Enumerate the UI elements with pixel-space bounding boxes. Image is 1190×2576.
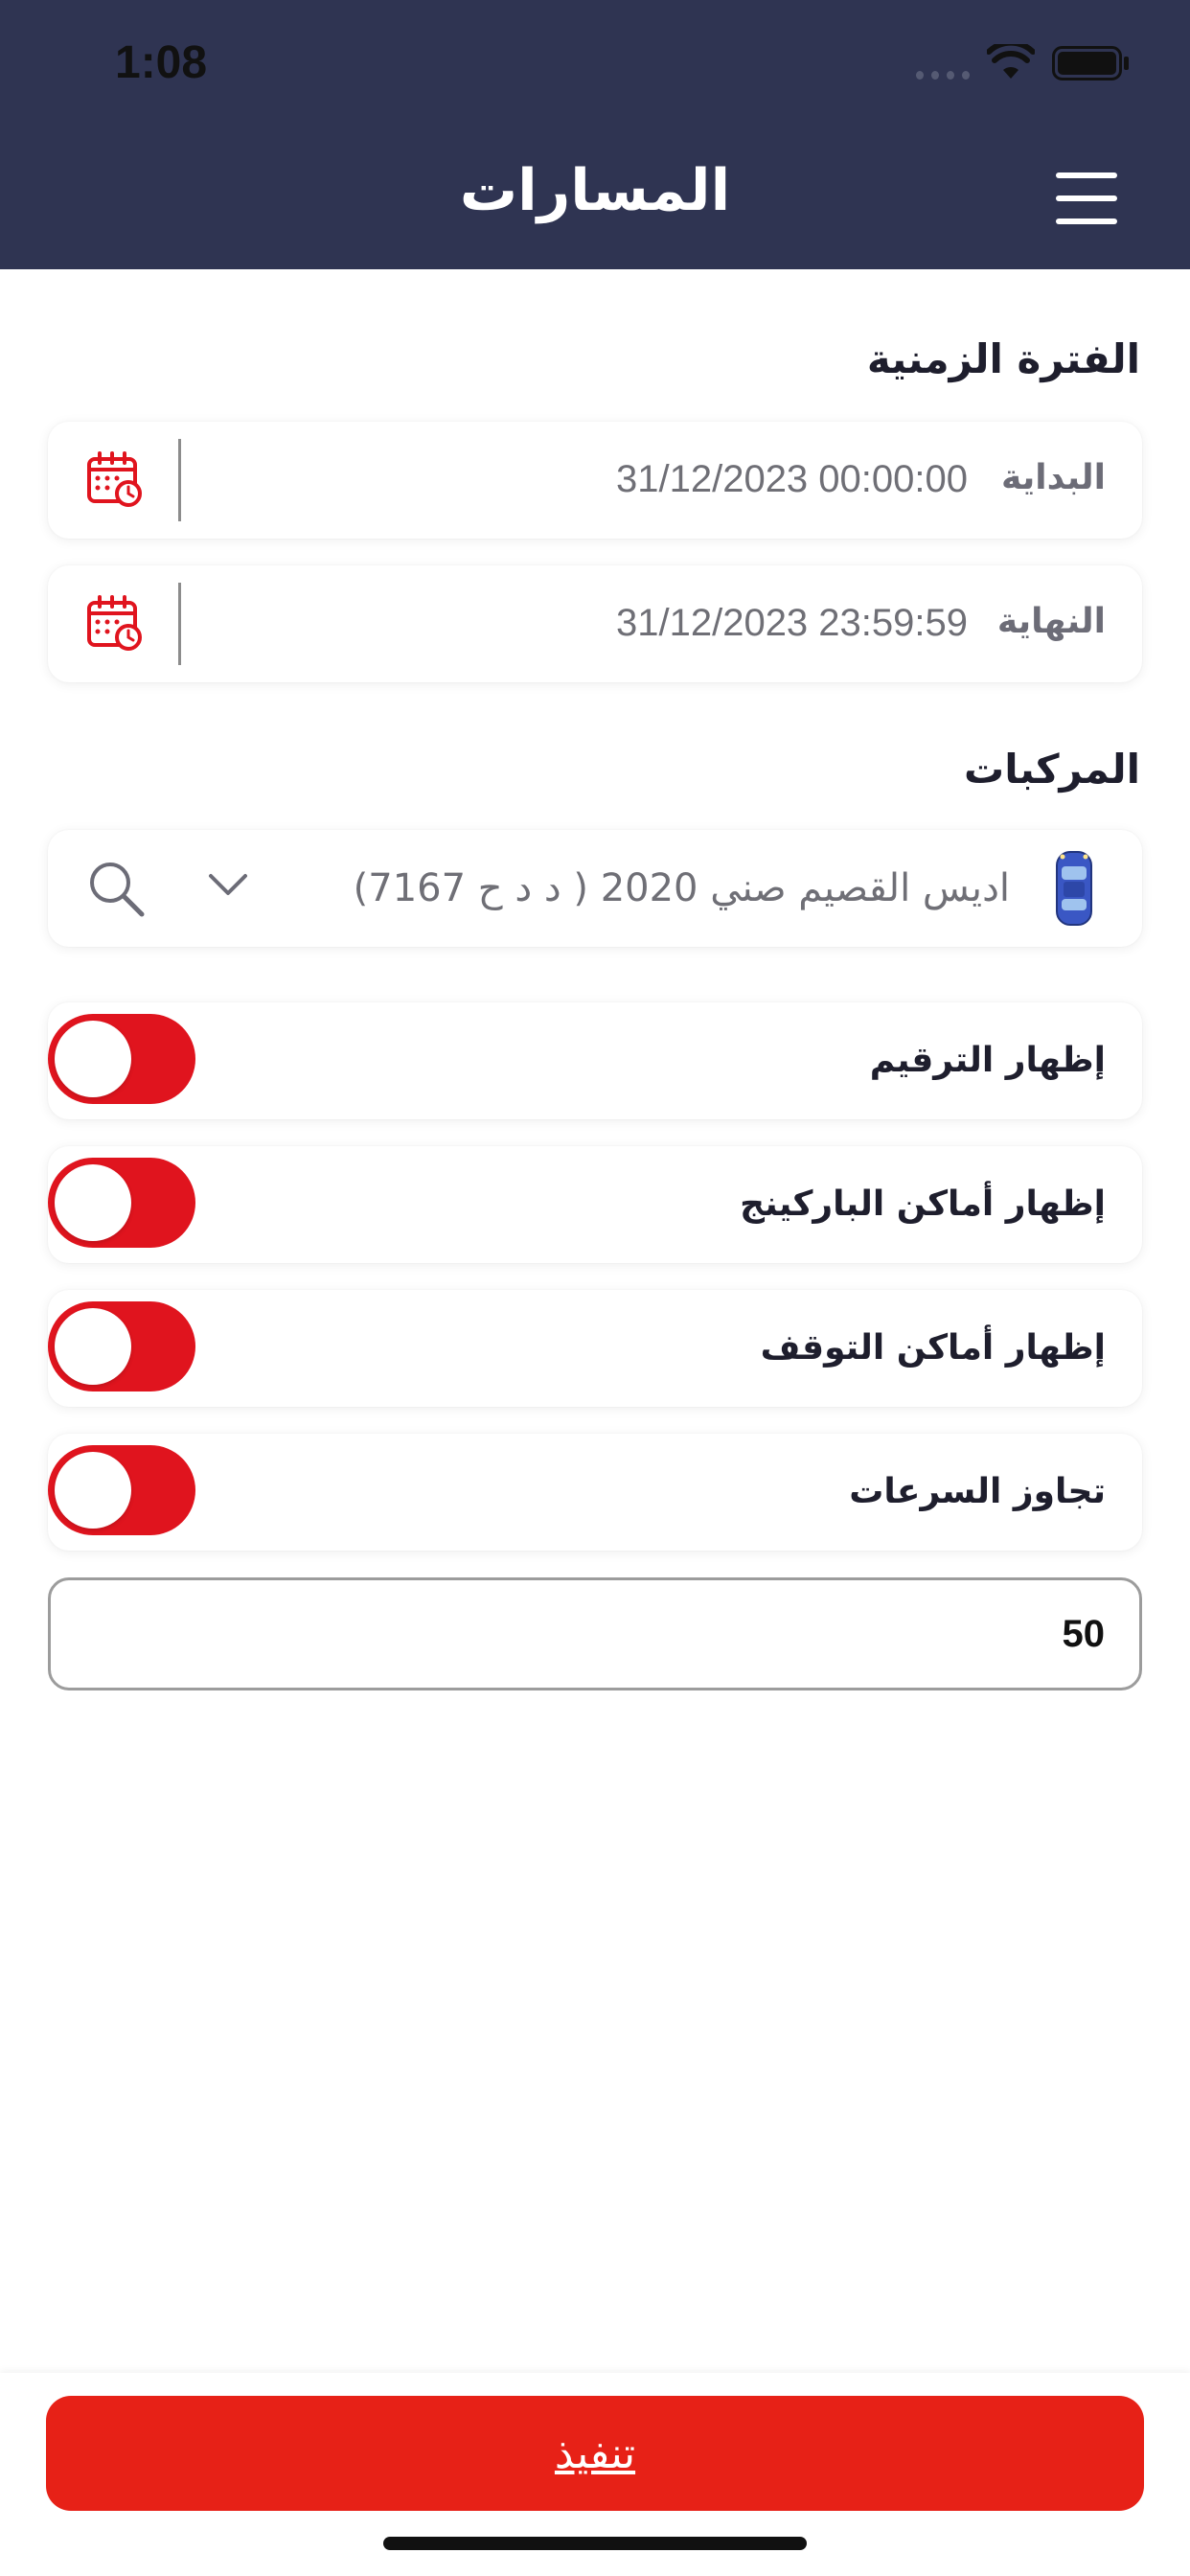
start-date-field[interactable]: البداية 31/12/2023 00:00:00	[48, 422, 1142, 539]
toggle-knob	[55, 1452, 131, 1529]
status-time: 1:08	[115, 37, 208, 88]
app-header: 1:08 المسارات	[0, 0, 1190, 269]
speeding-toggle[interactable]	[48, 1445, 195, 1535]
divider	[178, 439, 181, 521]
parking-toggle[interactable]	[48, 1158, 195, 1248]
selected-vehicle: اديس القصيم صني 2020 ( د د ح 7167)	[353, 866, 1010, 910]
toggle-row-stops: إظهار أماكن التوقف	[48, 1290, 1142, 1407]
toggle-row-numbering: إظهار الترقيم	[48, 1002, 1142, 1119]
stops-toggle[interactable]	[48, 1301, 195, 1392]
page-title: المسارات	[459, 157, 731, 224]
end-date-value: 31/12/2023 23:59:59	[615, 602, 968, 644]
toggle-row-parking: إظهار أماكن الباركينج	[48, 1146, 1142, 1263]
toggle-label: إظهار أماكن الباركينج	[740, 1184, 1106, 1224]
calendar-clock-icon[interactable]	[86, 594, 144, 652]
chevron-down-icon[interactable]	[207, 870, 249, 899]
home-indicator	[383, 2537, 807, 2550]
end-date-label: النهاية	[996, 602, 1106, 641]
toggle-knob	[55, 1308, 131, 1385]
toggle-label: تجاوز السرعات	[849, 1472, 1106, 1511]
toggle-knob	[55, 1164, 131, 1241]
calendar-clock-icon[interactable]	[86, 450, 144, 508]
end-date-field[interactable]: النهاية 31/12/2023 23:59:59	[48, 565, 1142, 682]
toggle-label: إظهار الترقيم	[869, 1041, 1106, 1080]
wifi-icon	[987, 44, 1035, 79]
toggle-label: إظهار أماكن التوقف	[760, 1328, 1106, 1368]
battery-icon	[1052, 46, 1129, 80]
start-date-label: البداية	[1000, 458, 1106, 497]
execute-button[interactable]: تنفيذ	[46, 2396, 1144, 2511]
start-date-value: 31/12/2023 00:00:00	[615, 458, 968, 500]
menu-button[interactable]	[1056, 169, 1117, 226]
signal-icon	[916, 71, 970, 80]
speed-limit-input[interactable]	[48, 1577, 1142, 1690]
numbering-toggle[interactable]	[48, 1014, 195, 1104]
search-icon[interactable]	[86, 859, 146, 918]
toggle-row-speeding: تجاوز السرعات	[48, 1434, 1142, 1551]
car-icon	[1056, 851, 1092, 926]
toggle-knob	[55, 1021, 131, 1097]
vehicle-select[interactable]: اديس القصيم صني 2020 ( د د ح 7167)	[48, 830, 1142, 947]
vehicles-section-title: المركبات	[964, 746, 1140, 793]
period-section-title: الفترة الزمنية	[866, 335, 1140, 382]
divider	[178, 583, 181, 665]
